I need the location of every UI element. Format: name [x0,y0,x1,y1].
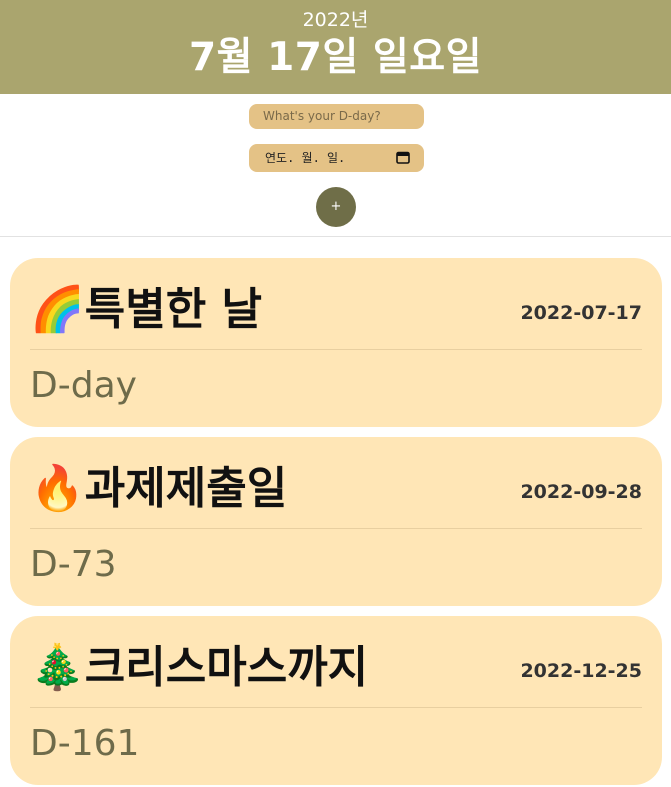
dday-date-input[interactable]: 연도. 월. 일. [249,144,424,172]
card-title: 🌈특별한 날 [30,282,262,338]
card-date: 2022-09-28 [520,481,642,503]
current-year: 2022년 [302,9,369,31]
card-title-text: 크리스마스까지 [84,642,369,693]
dday-form: What's your D-day? 연도. 월. 일. + [0,94,671,237]
card-title: 🎄크리스마스까지 [30,640,368,696]
card-title: 🔥과제제출일 [30,461,287,517]
fire-icon: 🔥 [30,463,85,514]
christmas-tree-icon: 🎄 [30,642,85,693]
card-date: 2022-12-25 [520,660,642,682]
page-header: 2022년 7월 17일 일요일 [0,0,671,94]
date-placeholder: 연도. 월. 일. [265,151,346,165]
card-title-text: 특별한 날 [84,284,263,335]
add-button[interactable]: + [316,187,356,227]
calendar-icon[interactable] [396,151,410,164]
dday-card[interactable]: 🔥과제제출일 2022-09-28 D-73 [10,437,662,606]
card-dday: D-day [30,365,137,406]
rainbow-icon: 🌈 [30,284,85,335]
dday-card[interactable]: 🎄크리스마스까지 2022-12-25 D-161 [10,616,662,785]
current-date: 7월 17일 일요일 [189,35,482,80]
card-title-text: 과제제출일 [84,463,288,514]
card-dday: D-161 [30,723,140,764]
card-date: 2022-07-17 [520,302,642,324]
card-divider [30,349,642,350]
dday-card[interactable]: 🌈특별한 날 2022-07-17 D-day [10,258,662,427]
dday-name-input[interactable]: What's your D-day? [249,104,424,129]
card-dday: D-73 [30,544,117,585]
card-divider [30,707,642,708]
card-divider [30,528,642,529]
